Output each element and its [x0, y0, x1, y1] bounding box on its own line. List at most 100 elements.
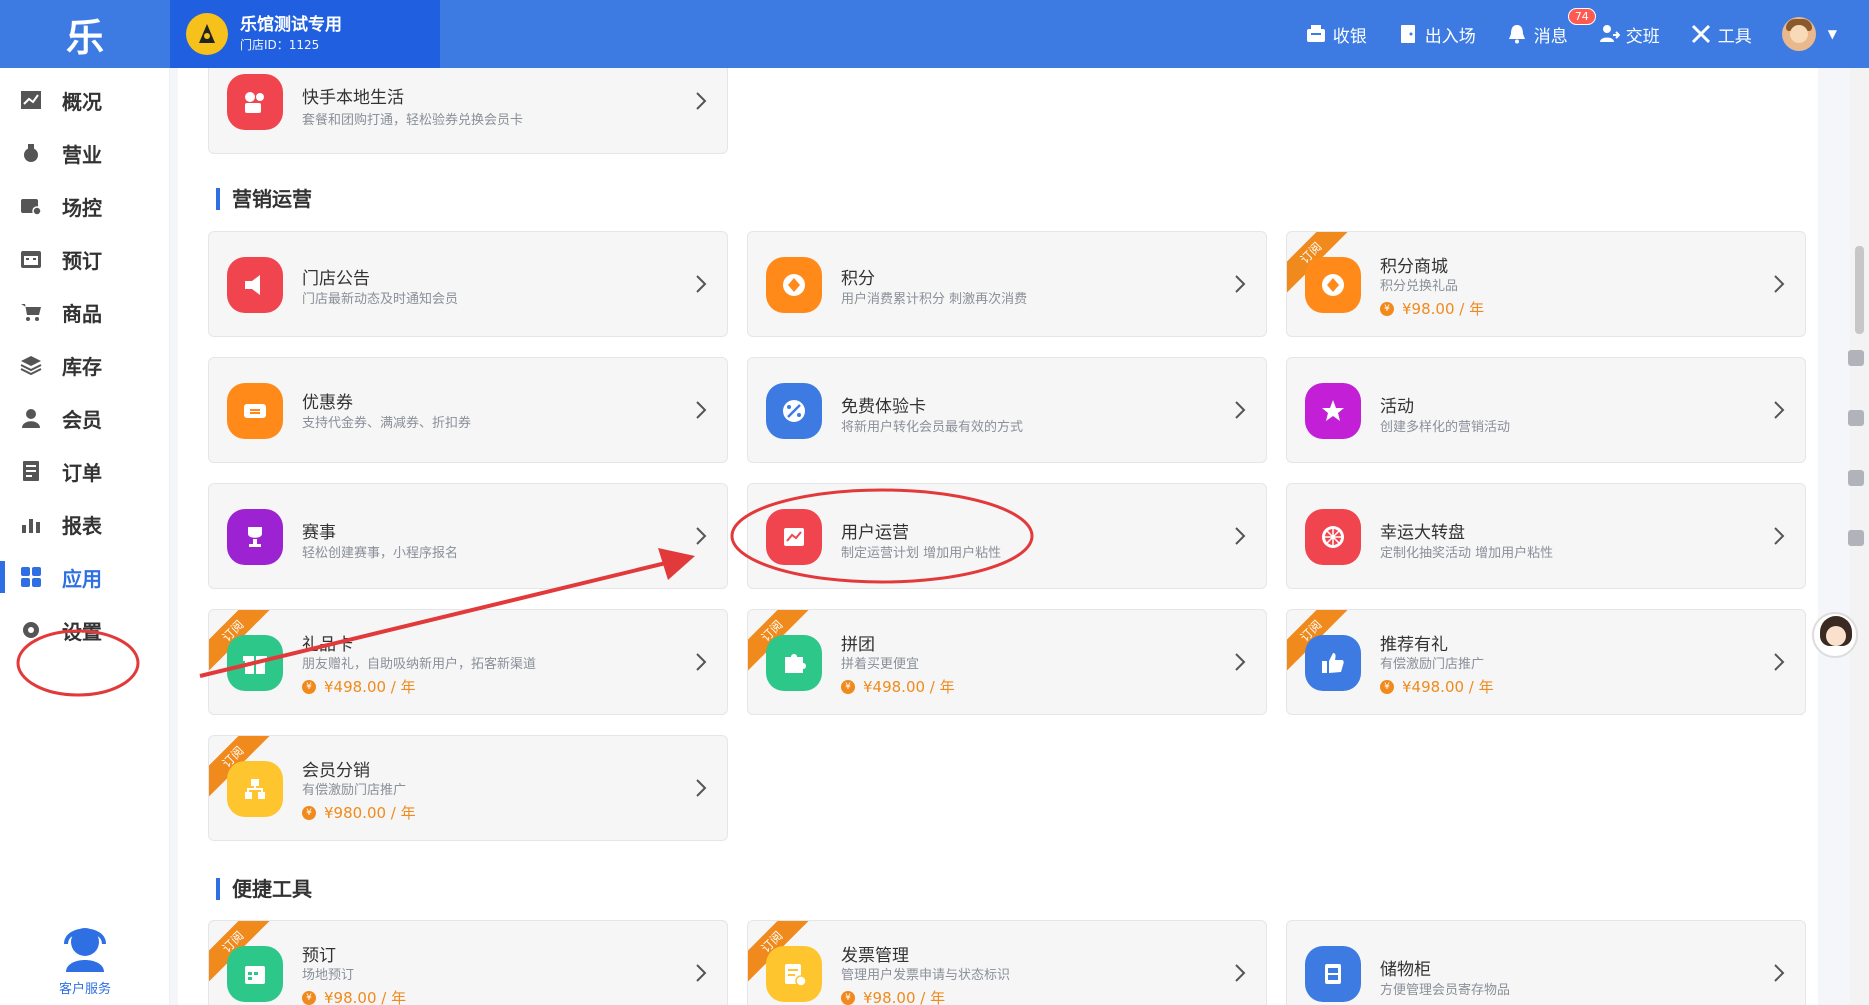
calendar-icon [227, 946, 283, 1002]
app-desc: 用户消费累计积分 刺激再次消费 [841, 292, 1028, 307]
sidebar-item-apps[interactable]: 应用 [0, 557, 170, 597]
calendar-icon [21, 251, 41, 268]
chevron-right-icon [696, 401, 707, 419]
sidebar-item-orders[interactable]: 订单 [0, 451, 170, 491]
coin-icon: ¥ [841, 990, 855, 1005]
chevron-right-icon [696, 779, 707, 797]
app-logo[interactable]: 乐 [0, 0, 170, 68]
app-card-activity[interactable]: 活动 创建多样化的营销活动 [1286, 357, 1806, 463]
app-price: ¥ ¥498.00 / 年 [1380, 676, 1494, 697]
sidebar-item-overview[interactable]: 概况 [0, 80, 170, 120]
chevron-right-icon [1235, 527, 1246, 545]
sidebar-item-settings[interactable]: 设置 [0, 610, 170, 650]
coin-icon: ¥ [1380, 679, 1394, 694]
app-card-referral[interactable]: 订阅 推荐有礼 有偿激励门店推广 ¥ ¥498.00 / 年 [1286, 609, 1806, 715]
app-desc: 支持代金券、满减券、折扣券 [302, 416, 472, 431]
camera-icon [227, 74, 283, 130]
user-avatar[interactable] [1781, 17, 1816, 51]
app-desc: 有偿激励门店推广 [1380, 657, 1485, 672]
app-card-lucky-wheel[interactable]: 幸运大转盘 定制化抽奖活动 增加用户粘性 [1286, 483, 1806, 589]
app-card-distribution[interactable]: 订阅 会员分销 有偿激励门店推广 ¥ ¥980.00 / 年 [208, 735, 728, 841]
app-card-user-ops[interactable]: 用户运营 制定运营计划 增加用户粘性 [747, 483, 1267, 589]
apps-panel: 快手本地生活 套餐和团购打通，轻松验券兑换会员卡 营销运营 门店公告 门店最新动… [178, 68, 1818, 1005]
messages-button[interactable]: 消息 74 [1506, 7, 1596, 47]
trophy-icon [227, 509, 283, 565]
sidebar-item-reports[interactable]: 报表 [0, 504, 170, 544]
app-card-group-buy[interactable]: 订阅 拼团 拼着买更便宜 ¥ ¥498.00 / 年 [747, 609, 1267, 715]
coin-icon: ¥ [1380, 301, 1394, 316]
chevron-right-icon [1235, 401, 1246, 419]
app-name: 幸运大转盘 [1380, 523, 1465, 543]
app-card-kuaishou[interactable]: 快手本地生活 套餐和团购打通，轻松验券兑换会员卡 [208, 68, 728, 154]
assistant-avatar[interactable] [1812, 612, 1858, 658]
app-card-points-mall[interactable]: 订阅 积分商城 积分兑换礼品 ¥ ¥98.00 / 年 [1286, 231, 1806, 337]
invoice-icon [766, 946, 822, 1002]
money-bag-icon [24, 144, 38, 162]
right-rail [1848, 350, 1868, 590]
app-desc: 有偿激励门店推广 [302, 783, 407, 798]
sidebar: 概况 营业 场控 预订 商品 库存 会员 订单 报表 应用 设置 客户服务 [0, 68, 170, 1005]
coin-icon: ¥ [841, 679, 855, 694]
chevron-right-icon [1774, 275, 1785, 293]
app-desc: 门店最新动态及时通知会员 [302, 292, 459, 307]
gear-icon [23, 622, 39, 638]
app-name: 储物柜 [1380, 960, 1431, 980]
tools-button[interactable]: 工具 [1690, 22, 1752, 47]
app-desc: 场地预订 [302, 968, 355, 983]
trial-card-icon [766, 383, 822, 439]
store-id: 门店ID：1125 [240, 38, 320, 52]
section-title-marketing: 营销运营 [216, 188, 312, 210]
rail-store-icon[interactable] [1848, 530, 1864, 546]
app-name: 用户运营 [841, 523, 909, 543]
app-desc: 定制化抽奖活动 增加用户粘性 [1380, 546, 1554, 561]
app-card-notice[interactable]: 门店公告 门店最新动态及时通知会员 [208, 231, 728, 337]
coin-icon: ¥ [302, 990, 316, 1005]
bell-icon [1508, 25, 1525, 44]
handover-icon [1599, 25, 1620, 42]
sidebar-item-venue-control[interactable]: 场控 [0, 186, 170, 226]
handover-button[interactable]: 交班 [1598, 22, 1660, 47]
sidebar-item-booking[interactable]: 预订 [0, 239, 170, 279]
chevron-right-icon [696, 964, 707, 982]
app-card-gift-card[interactable]: 订阅 礼品卡 朋友赠礼，自助吸纳新用户，拓客新渠道 ¥ ¥498.00 / 年 [208, 609, 728, 715]
customer-service-button[interactable]: 客户服务 [50, 920, 120, 997]
points-mall-icon [1305, 257, 1361, 313]
app-card-points[interactable]: 积分 用户消费累计积分 刺激再次消费 [747, 231, 1267, 337]
store-switcher[interactable]: 乐馆测试专用 门店ID：1125 [170, 0, 440, 68]
chart-icon [21, 91, 41, 109]
app-card-contest[interactable]: 赛事 轻松创建赛事，小程序报名 [208, 483, 728, 589]
app-price: ¥ ¥98.00 / 年 [1380, 298, 1484, 319]
megaphone-icon [227, 257, 283, 313]
app-card-invoice[interactable]: 订阅 发票管理 管理用户发票申请与状态标识 ¥ ¥98.00 / 年 [747, 920, 1267, 1005]
sidebar-item-inventory[interactable]: 库存 [0, 345, 170, 385]
app-name: 优惠券 [302, 393, 353, 413]
app-price: ¥ ¥98.00 / 年 [841, 987, 945, 1005]
coin-icon: ¥ [302, 679, 316, 694]
app-desc: 方便管理会员寄存物品 [1380, 983, 1511, 998]
chevron-right-icon [1235, 653, 1246, 671]
rail-users-icon[interactable] [1848, 470, 1864, 486]
tools-icon [1691, 24, 1710, 44]
entry-exit-button[interactable]: 出入场 [1397, 22, 1476, 47]
chevron-right-icon [1774, 401, 1785, 419]
chevron-down-icon[interactable]: ▼ [1828, 27, 1837, 41]
rail-monitor-icon[interactable] [1848, 410, 1864, 426]
app-name: 预订 [302, 946, 336, 966]
sidebar-item-members[interactable]: 会员 [0, 398, 170, 438]
cashier-button[interactable]: 收银 [1305, 22, 1367, 47]
app-name: 推荐有礼 [1380, 635, 1448, 655]
apps-icon [21, 567, 41, 587]
app-card-booking[interactable]: 订阅 预订 场地预订 ¥ ¥98.00 / 年 [208, 920, 728, 1005]
app-card-locker[interactable]: 储物柜 方便管理会员寄存物品 [1286, 920, 1806, 1005]
points-icon [766, 257, 822, 313]
app-desc: 积分兑换礼品 [1380, 279, 1459, 294]
rail-layers-icon[interactable] [1848, 350, 1864, 366]
sidebar-item-products[interactable]: 商品 [0, 292, 170, 332]
order-icon [23, 461, 39, 481]
app-card-coupon[interactable]: 优惠券 支持代金券、满减券、折扣券 [208, 357, 728, 463]
scroll-thumb[interactable] [1855, 246, 1864, 334]
app-name: 快手本地生活 [302, 88, 404, 108]
sidebar-item-business[interactable]: 营业 [0, 133, 170, 173]
app-card-trial-card[interactable]: 免费体验卡 将新用户转化会员最有效的方式 [747, 357, 1267, 463]
layers-icon [20, 356, 42, 376]
